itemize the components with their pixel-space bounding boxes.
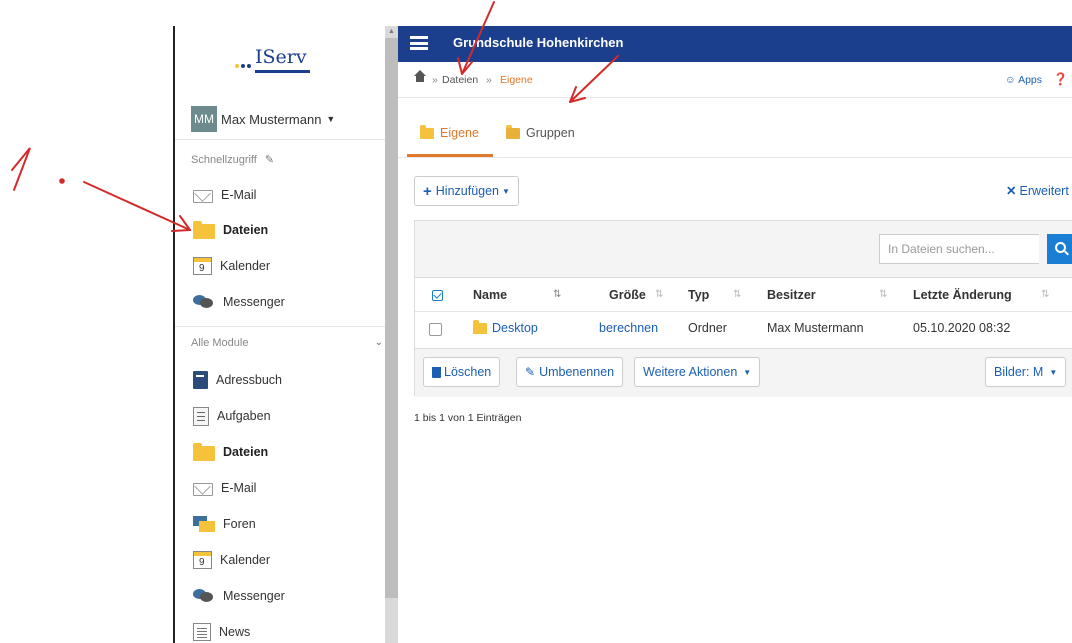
logo-text: IServ <box>255 46 307 68</box>
quick-item-files[interactable]: Dateien <box>193 219 268 241</box>
delete-button[interactable]: Löschen <box>423 357 501 387</box>
hamburger-menu-icon[interactable] <box>410 36 428 50</box>
tools-icon: ✕ <box>1006 184 1017 198</box>
school-title: Grundschule Hohenkirchen <box>453 35 624 50</box>
image-size-dropdown[interactable]: Bilder: M ▼ <box>985 357 1067 387</box>
plus-icon: + <box>423 182 432 200</box>
module-item-messenger[interactable]: Messenger <box>193 585 285 607</box>
folder-icon <box>193 443 215 461</box>
module-item-email[interactable]: E-Mail <box>193 477 256 499</box>
calendar-icon: 9 <box>193 551 212 569</box>
breadcrumb-own[interactable]: Eigene <box>500 74 533 86</box>
sidebar-scrollbar[interactable]: ▲ <box>385 26 398 643</box>
owner-cell: Max Mustermann <box>767 321 864 335</box>
pencil-icon[interactable]: ✎ <box>265 153 274 166</box>
group-folder-icon <box>506 124 520 139</box>
folder-icon <box>193 221 215 239</box>
logo-underline <box>255 70 310 73</box>
calendar-icon: 9 <box>193 257 212 275</box>
addressbook-icon <box>193 371 208 389</box>
sort-active-icon[interactable]: ⇅ <box>553 289 561 300</box>
module-item-forums[interactable]: Foren <box>193 513 256 535</box>
folder-icon <box>473 319 487 334</box>
module-item-calendar[interactable]: 9 Kalender <box>193 549 270 571</box>
caret-down-icon: ▼ <box>1049 367 1058 377</box>
more-actions-dropdown[interactable]: Weitere Aktionen ▼ <box>634 357 761 387</box>
quick-access-heading: Schnellzugriff ✎ <box>191 153 275 166</box>
column-header-owner[interactable]: Besitzer <box>767 288 816 302</box>
sort-icon[interactable]: ⇅ <box>879 289 887 300</box>
apps-link[interactable]: ☺ Apps <box>1005 74 1042 86</box>
tasks-icon <box>193 406 209 426</box>
user-menu[interactable]: MM Max Mustermann ▼ <box>191 106 335 132</box>
breadcrumb-separator: » <box>486 74 492 86</box>
column-header-size[interactable]: Größe <box>609 288 646 302</box>
pagination-info: 1 bis 1 von 1 Einträgen <box>414 412 522 424</box>
trash-icon <box>432 366 441 378</box>
user-name: Max Mustermann <box>221 111 322 127</box>
step-one-dot <box>59 178 65 184</box>
divider <box>175 139 385 140</box>
pencil-icon: ✎ <box>525 365 536 379</box>
type-cell: Ordner <box>688 321 727 335</box>
mail-icon <box>193 482 213 496</box>
advanced-link[interactable]: ✕ Erweitert <box>1006 183 1069 198</box>
column-header-name[interactable]: Name <box>473 288 507 302</box>
avatar: MM <box>191 106 217 132</box>
sort-icon[interactable]: ⇅ <box>1041 289 1049 300</box>
step-one-stroke <box>11 147 31 191</box>
bulk-actions-bar: Löschen ✎ Umbenennen Weitere Aktionen ▼ Bi… <box>415 348 1072 397</box>
tab-groups[interactable]: Gruppen <box>506 120 575 146</box>
scrollbar-thumb[interactable] <box>385 38 398 598</box>
folder-icon <box>420 124 434 139</box>
size-calc-link[interactable]: berechnen <box>599 321 658 335</box>
logo-dots <box>235 64 253 68</box>
search-input[interactable] <box>879 234 1039 264</box>
tabs-divider <box>398 157 1072 158</box>
divider <box>175 326 385 327</box>
forum-icon <box>193 515 215 533</box>
file-name-link[interactable]: Desktop <box>473 319 538 335</box>
row-checkbox[interactable] <box>429 323 442 336</box>
breadcrumb-separator: » <box>432 74 438 86</box>
messenger-icon <box>193 587 215 605</box>
sort-icon[interactable]: ⇅ <box>733 289 741 300</box>
modified-cell: 05.10.2020 08:32 <box>913 321 1011 335</box>
row-divider <box>415 311 1072 312</box>
column-header-modified[interactable]: Letzte Änderung <box>913 288 1012 302</box>
select-all-checkbox[interactable] <box>432 290 443 301</box>
rename-button[interactable]: ✎ Umbenennen <box>516 357 624 387</box>
tab-own[interactable]: Eigene <box>420 120 479 146</box>
all-modules-heading[interactable]: Alle Module ⌄ <box>191 337 385 349</box>
breadcrumb: » Dateien » Eigene ☺ Apps ❓ <box>398 62 1072 98</box>
table-header-bar <box>415 221 1072 278</box>
module-item-files[interactable]: Dateien <box>193 441 268 463</box>
quick-item-calendar[interactable]: 9 Kalender <box>193 255 270 277</box>
chevron-down-icon: ⌄ <box>374 337 383 348</box>
column-header-type[interactable]: Typ <box>688 288 709 302</box>
module-item-news[interactable]: News <box>193 621 250 643</box>
module-item-addressbook[interactable]: Adressbuch <box>193 369 282 391</box>
module-item-tasks[interactable]: Aufgaben <box>193 405 271 427</box>
messenger-icon <box>193 293 215 311</box>
help-icon[interactable]: ❓ <box>1053 72 1068 86</box>
news-icon <box>193 623 211 641</box>
add-button[interactable]: + Hinzufügen ▼ <box>414 176 519 206</box>
breadcrumb-files[interactable]: Dateien <box>442 74 478 86</box>
scroll-up-icon[interactable]: ▲ <box>388 28 395 35</box>
caret-down-icon: ▼ <box>326 114 336 124</box>
mail-icon <box>193 189 213 203</box>
caret-down-icon: ▼ <box>502 186 510 196</box>
caret-down-icon: ▼ <box>743 367 752 377</box>
sort-icon[interactable]: ⇅ <box>655 289 663 300</box>
quick-item-messenger[interactable]: Messenger <box>193 291 285 313</box>
search-button[interactable] <box>1047 234 1072 264</box>
file-table-panel: Name ⇅ Größe ⇅ Typ ⇅ Besitzer ⇅ Letzte Ä… <box>414 220 1072 397</box>
top-bar: Grundschule Hohenkirchen <box>398 26 1072 62</box>
sidebar: IServ MM Max Mustermann ▼ Schnellzugriff… <box>173 26 385 643</box>
home-icon[interactable] <box>414 70 426 84</box>
iserv-logo[interactable]: IServ <box>235 46 315 78</box>
quick-item-email[interactable]: E-Mail <box>193 184 256 206</box>
